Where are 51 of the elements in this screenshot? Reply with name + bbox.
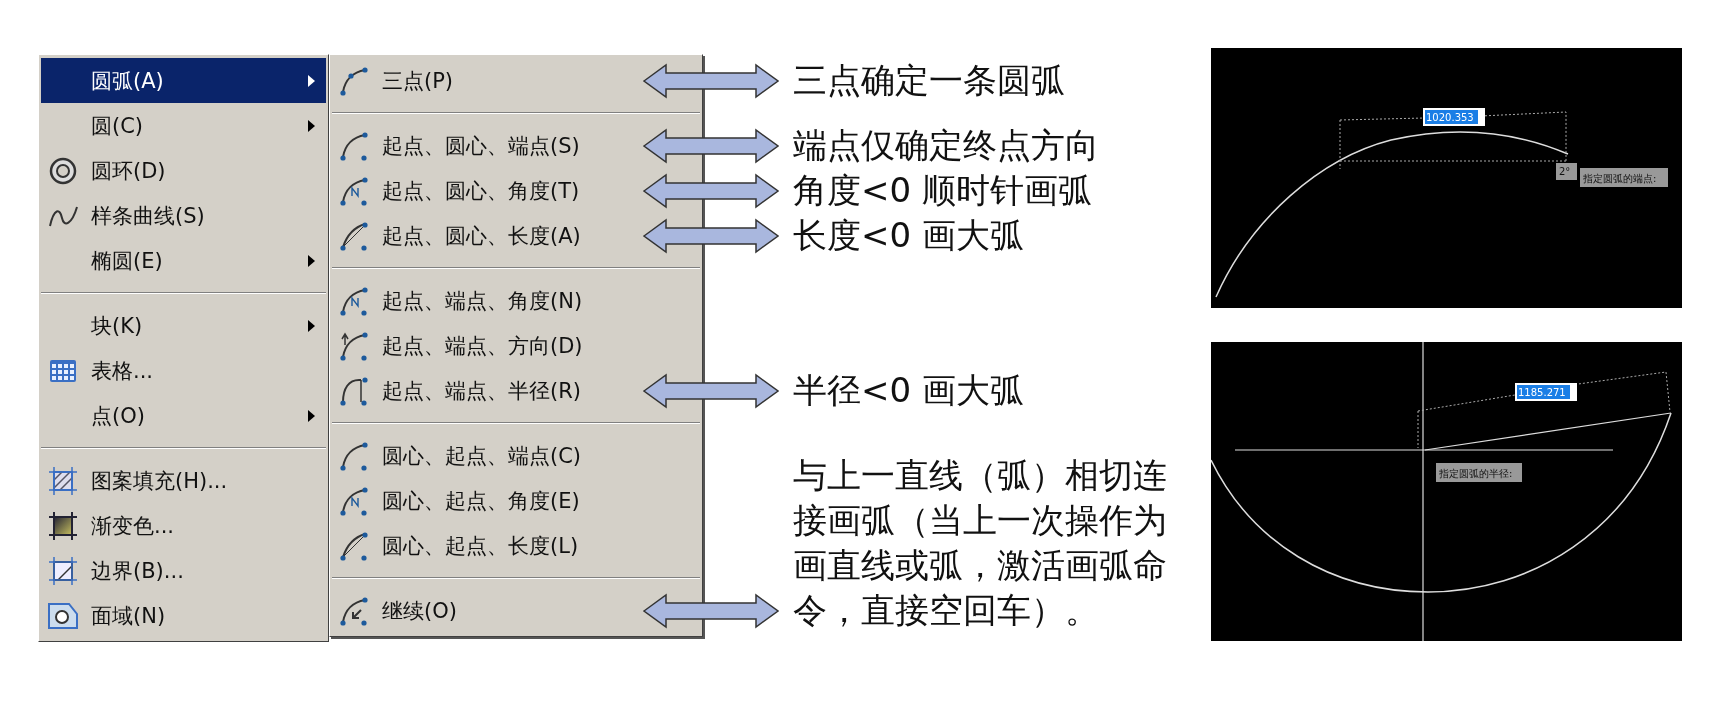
menu-item[interactable]: 样条曲线(S)	[41, 193, 326, 238]
arc-icon	[338, 375, 370, 406]
arc-icon	[338, 440, 370, 471]
annotation-text: 与上一直线（弧）相切连接画弧（当上一次操作为画直线或弧，激活画弧命令，直接空回车）。	[793, 454, 1168, 632]
annotation-text: 长度<0 画大弧	[793, 214, 1025, 257]
menu-item[interactable]: 点(O)	[41, 393, 326, 438]
boundary-icon	[47, 555, 79, 586]
dimension-input[interactable]: 1020.353	[1423, 108, 1485, 126]
menu-item[interactable]: 表格...	[41, 348, 326, 393]
menu-item[interactable]: 起点、圆心、角度(T)	[332, 168, 584, 213]
arc-icon	[338, 285, 370, 316]
arc-icon	[338, 530, 370, 561]
menu-item[interactable]: 继续(O)	[332, 588, 461, 633]
gradient-icon	[47, 510, 79, 541]
menu-item[interactable]: 图案填充(H)...	[41, 458, 326, 503]
table-icon	[47, 358, 79, 383]
annotation-text: 角度<0 顺时针画弧	[793, 169, 1093, 212]
annotation-text: 端点仅确定终点方向	[793, 124, 1100, 167]
menu-item[interactable]: 圆心、起点、端点(C)	[332, 433, 586, 478]
annotation-text: 三点确定一条圆弧	[793, 59, 1066, 102]
arc-icon	[338, 330, 370, 361]
menu-item[interactable]: 边界(B)...	[41, 548, 326, 593]
menu-item[interactable]: 起点、端点、角度(N)	[332, 278, 587, 323]
prompt-tooltip: 指定圆弧的端点:	[1580, 168, 1668, 187]
menu-item[interactable]: 起点、端点、方向(D)	[332, 323, 587, 368]
menu-item[interactable]: 块(K)	[41, 303, 326, 348]
prompt-tooltip: 指定圆弧的半径:	[1436, 463, 1522, 482]
annotation-text: 半径<0 画大弧	[793, 369, 1025, 412]
angle-tooltip: 2°	[1556, 163, 1577, 180]
menu-item[interactable]: 三点(P)	[332, 58, 458, 103]
arc-icon	[338, 220, 370, 251]
menu-item[interactable]: 起点、圆心、长度(A)	[332, 213, 585, 258]
menu-item[interactable]: 圆弧(A)	[41, 58, 326, 103]
arc-icon	[338, 130, 370, 161]
arc-icon	[338, 175, 370, 206]
menu-item[interactable]: 起点、圆心、端点(S)	[332, 123, 584, 168]
donut-icon	[47, 155, 79, 186]
menu-item[interactable]: 渐变色...	[41, 503, 326, 548]
menu-item[interactable]: 圆环(D)	[41, 148, 326, 193]
menu-item[interactable]: 面域(N)	[41, 593, 326, 638]
menu-item[interactable]: 椭圆(E)	[41, 238, 326, 283]
dimension-input[interactable]: 1185.271	[1515, 383, 1577, 401]
menu-item[interactable]: 圆心、起点、角度(E)	[332, 478, 584, 523]
menu-item[interactable]: 圆(C)	[41, 103, 326, 148]
menu-item[interactable]: 起点、端点、半径(R)	[332, 368, 585, 413]
arc-icon	[338, 595, 370, 626]
menu-item[interactable]: 圆心、起点、长度(L)	[332, 523, 583, 568]
hatch-icon	[47, 465, 79, 496]
arc-icon	[338, 485, 370, 516]
region-icon	[47, 601, 79, 630]
arc-icon	[338, 65, 370, 96]
